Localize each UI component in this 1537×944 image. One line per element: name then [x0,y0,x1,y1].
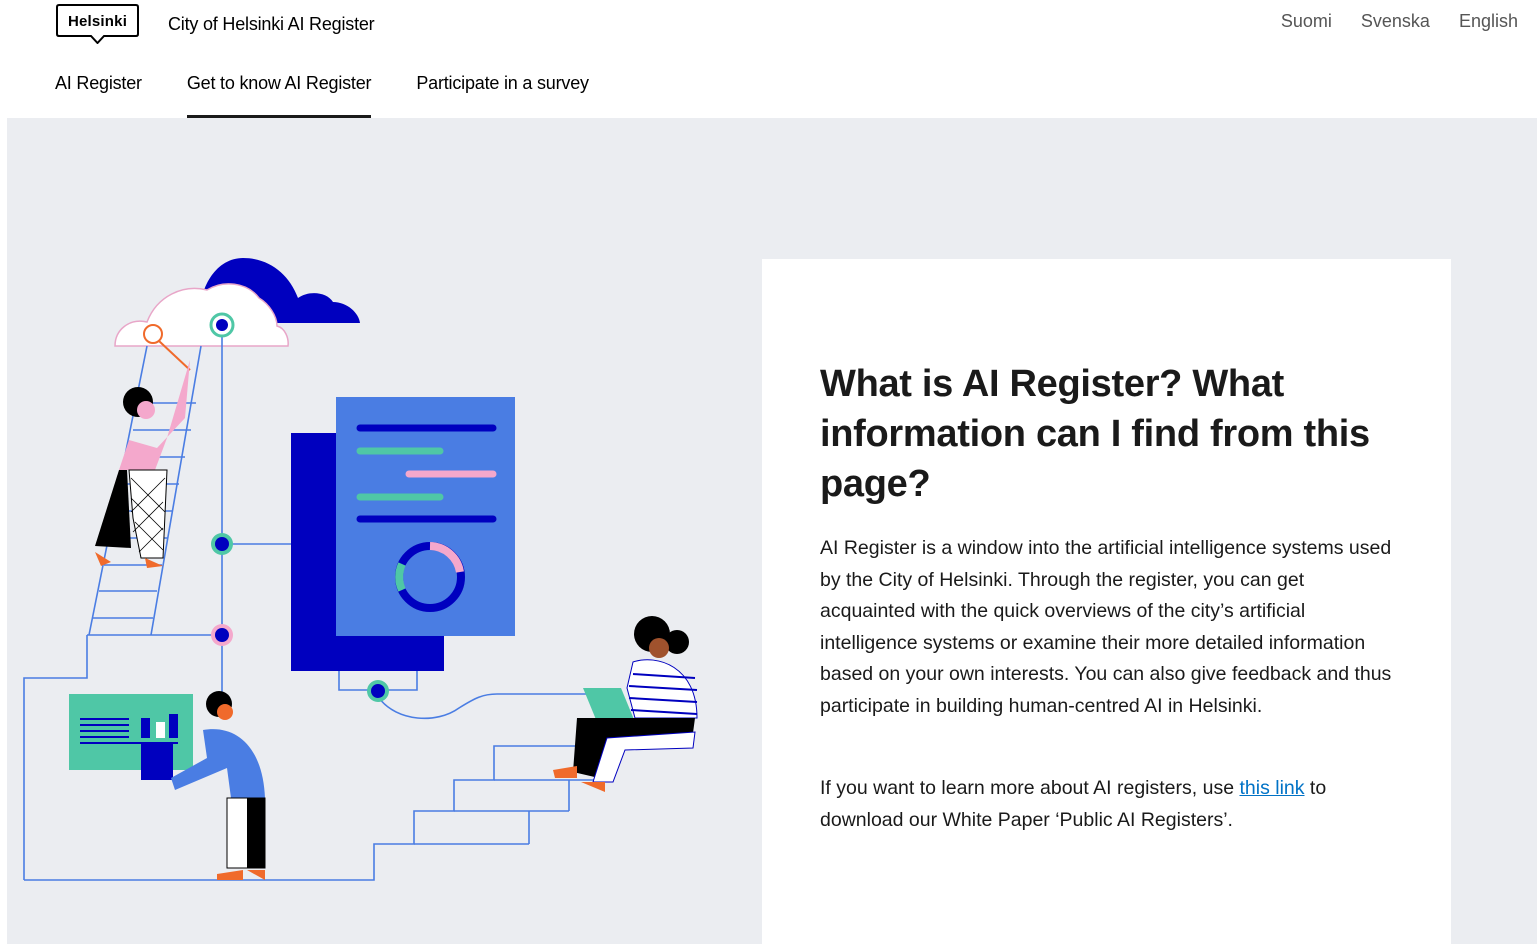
white-paper-link[interactable]: this link [1239,777,1304,799]
nav-ai-register[interactable]: AI Register [55,73,142,119]
ai-register-illustration-icon [23,258,698,881]
white-paper-paragraph: If you want to learn more about AI regis… [820,773,1395,836]
hero-section: What is AI Register? What information ca… [7,118,1537,944]
language-switcher: Suomi Svenska English [1281,11,1518,32]
site-title[interactable]: City of Helsinki AI Register [168,14,375,35]
lang-suomi[interactable]: Suomi [1281,11,1332,32]
logo-text: Helsinki [67,13,128,30]
page-heading: What is AI Register? What information ca… [820,363,1370,505]
link-text-before: If you want to learn more about AI regis… [820,777,1240,799]
nav-survey[interactable]: Participate in a survey [416,73,589,119]
lang-svenska[interactable]: Svenska [1361,11,1430,32]
lang-english[interactable]: English [1459,11,1518,32]
main-navigation: AI Register Get to know AI Register Part… [55,73,589,119]
info-card: What is AI Register? What information ca… [762,259,1451,944]
helsinki-logo[interactable]: Helsinki [56,4,139,44]
intro-paragraph: AI Register is a window into the artific… [820,537,1392,717]
nav-get-to-know[interactable]: Get to know AI Register [186,73,372,119]
